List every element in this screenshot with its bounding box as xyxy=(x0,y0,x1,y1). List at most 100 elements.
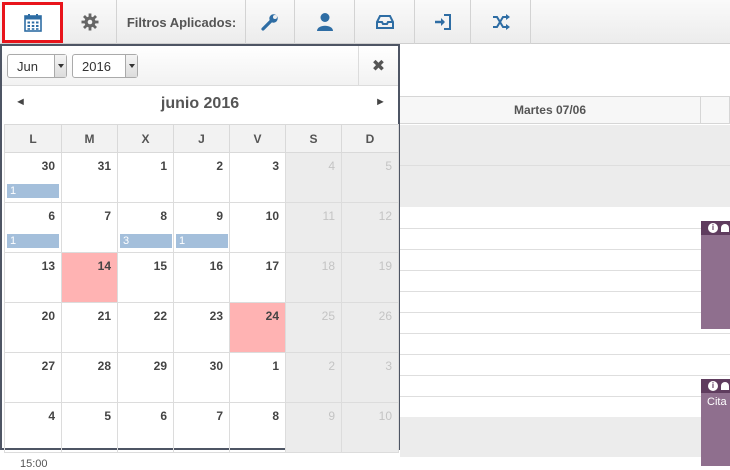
day-number: 23 xyxy=(209,309,223,323)
calendar-day-cell[interactable]: 8 xyxy=(229,402,286,453)
settings-button[interactable] xyxy=(63,0,117,44)
calendar-day-cell[interactable]: 16 xyxy=(173,252,230,303)
calendar-day-cell[interactable]: 22 xyxy=(117,302,174,353)
day-number: 18 xyxy=(321,259,335,273)
weekday-header-row: LMXJVSD xyxy=(4,124,399,153)
appointment-event[interactable]: i Cita c xyxy=(701,379,730,466)
weekday-header: X xyxy=(117,124,174,153)
calendar-day-cell[interactable]: 27 xyxy=(4,352,62,403)
info-icon[interactable]: i xyxy=(708,223,718,233)
signin-filter-button[interactable] xyxy=(415,0,471,44)
appointment-count-badge[interactable]: 1 xyxy=(7,184,59,198)
calendar-day-cell[interactable]: 1 xyxy=(117,152,174,203)
calendar-day-cell[interactable]: 29 xyxy=(117,352,174,403)
calendar-day-cell[interactable]: 9 xyxy=(285,402,342,453)
shuffle-filter-button[interactable] xyxy=(471,0,531,44)
calendar-day-cell[interactable]: 13 xyxy=(4,252,62,303)
calendar-day-cell[interactable]: 91 xyxy=(173,202,230,253)
calendar-day-cell[interactable]: 23 xyxy=(173,302,230,353)
calendar-day-cell[interactable]: 24 xyxy=(229,302,286,353)
day-number: 1 xyxy=(160,159,167,173)
calendar-day-cell[interactable]: 19 xyxy=(341,252,399,303)
calendar-day-cell[interactable]: 17 xyxy=(229,252,286,303)
month-title: junio 2016 xyxy=(160,95,240,112)
day-number: 28 xyxy=(97,359,111,373)
day-number: 25 xyxy=(321,309,335,323)
calendar-day-cell[interactable]: 11 xyxy=(285,202,342,253)
calendar-day-cell[interactable]: 31 xyxy=(61,152,118,203)
day-number: 24 xyxy=(265,309,279,323)
close-icon: ✖ xyxy=(371,58,386,75)
calendar-day-cell[interactable]: 3 xyxy=(341,352,399,403)
calendar-day-cell[interactable]: 26 xyxy=(341,302,399,353)
calendar-day-cell[interactable]: 2 xyxy=(285,352,342,403)
schedule-row xyxy=(400,291,730,292)
calendar-day-cell[interactable]: 30 1 xyxy=(4,152,62,203)
next-month-button[interactable]: ► xyxy=(375,96,386,108)
schedule-row xyxy=(400,396,730,397)
wrench-filter-button[interactable] xyxy=(245,0,295,44)
calendar-day-cell[interactable]: 83 xyxy=(117,202,174,253)
gear-icon xyxy=(81,13,98,31)
calendar-day-cell[interactable]: 10 xyxy=(229,202,286,253)
day-header-next xyxy=(700,96,730,124)
user-icon xyxy=(316,13,333,31)
info-icon[interactable]: i xyxy=(708,381,718,391)
calendar-day-cell[interactable]: 12 xyxy=(341,202,399,253)
calendar-day-cell[interactable]: 1 xyxy=(229,352,286,403)
calendar-day-cell[interactable]: 5 xyxy=(61,402,118,453)
calendar-day-cell[interactable]: 25 xyxy=(285,302,342,353)
calendar-day-cell[interactable]: 20 xyxy=(4,302,62,353)
calendar-day-cell[interactable]: 28 xyxy=(61,352,118,403)
day-number: 5 xyxy=(104,409,111,423)
calendar-day-cell[interactable]: 5 xyxy=(341,152,399,203)
day-number: 2 xyxy=(216,159,223,173)
calendar-week-row: 30 1 31 1 2 3 4 5 xyxy=(4,152,399,203)
weekday-header: M xyxy=(61,124,118,153)
year-select[interactable]: 2016 xyxy=(72,54,138,78)
sign-in-icon xyxy=(434,14,451,30)
calendar-day-cell[interactable]: 61 xyxy=(4,202,62,253)
calendar-day-cell[interactable]: 6 xyxy=(117,402,174,453)
day-number: 3 xyxy=(385,359,392,373)
calendar-day-cell[interactable]: 14 xyxy=(61,252,118,303)
appointment-count-badge[interactable]: 1 xyxy=(7,234,59,248)
appointment-event[interactable]: i xyxy=(701,221,730,329)
closed-hours-block xyxy=(400,417,730,457)
calendar-day-cell[interactable]: 30 xyxy=(173,352,230,403)
month-select[interactable]: Jun xyxy=(7,54,67,78)
day-header: Martes 07/06 xyxy=(400,96,700,124)
calendar-button[interactable] xyxy=(2,2,63,43)
day-number: 14 xyxy=(97,259,111,273)
calendar-day-cell[interactable]: 10 xyxy=(341,402,399,453)
appointment-count-badge[interactable]: 3 xyxy=(120,234,172,248)
day-number: 13 xyxy=(41,259,55,273)
user-icon xyxy=(721,224,729,232)
calendar-day-cell[interactable]: 21 xyxy=(61,302,118,353)
calendar-day-cell[interactable]: 15 xyxy=(117,252,174,303)
schedule-row xyxy=(400,165,730,166)
appointment-count-badge[interactable]: 1 xyxy=(176,234,228,248)
day-number: 31 xyxy=(97,159,111,173)
month-navigation: ◄ junio 2016 ► xyxy=(2,86,398,124)
calendar-day-cell[interactable]: 18 xyxy=(285,252,342,303)
calendar-day-cell[interactable]: 2 xyxy=(173,152,230,203)
day-number: 11 xyxy=(322,209,335,223)
calendar-day-cell[interactable]: 7 xyxy=(173,402,230,453)
calendar-day-cell[interactable]: 3 xyxy=(229,152,286,203)
day-number: 21 xyxy=(97,309,111,323)
day-number: 5 xyxy=(385,159,392,173)
calendar-day-cell[interactable]: 7 xyxy=(61,202,118,253)
schedule-row xyxy=(400,312,730,313)
weekday-header: L xyxy=(4,124,62,153)
calendar-week-row: 13 14 15 16 17 18 19 xyxy=(4,252,399,303)
user-filter-button[interactable] xyxy=(295,0,355,44)
day-number: 20 xyxy=(41,309,55,323)
inbox-filter-button[interactable] xyxy=(355,0,415,44)
user-icon xyxy=(721,382,729,390)
close-button[interactable]: ✖ xyxy=(358,46,398,86)
day-number: 17 xyxy=(265,259,279,273)
calendar-day-cell[interactable]: 4 xyxy=(285,152,342,203)
calendar-day-cell[interactable]: 4 xyxy=(4,402,62,453)
calendar-week-row: 4 5 6 7 8 9 10 xyxy=(4,402,399,453)
